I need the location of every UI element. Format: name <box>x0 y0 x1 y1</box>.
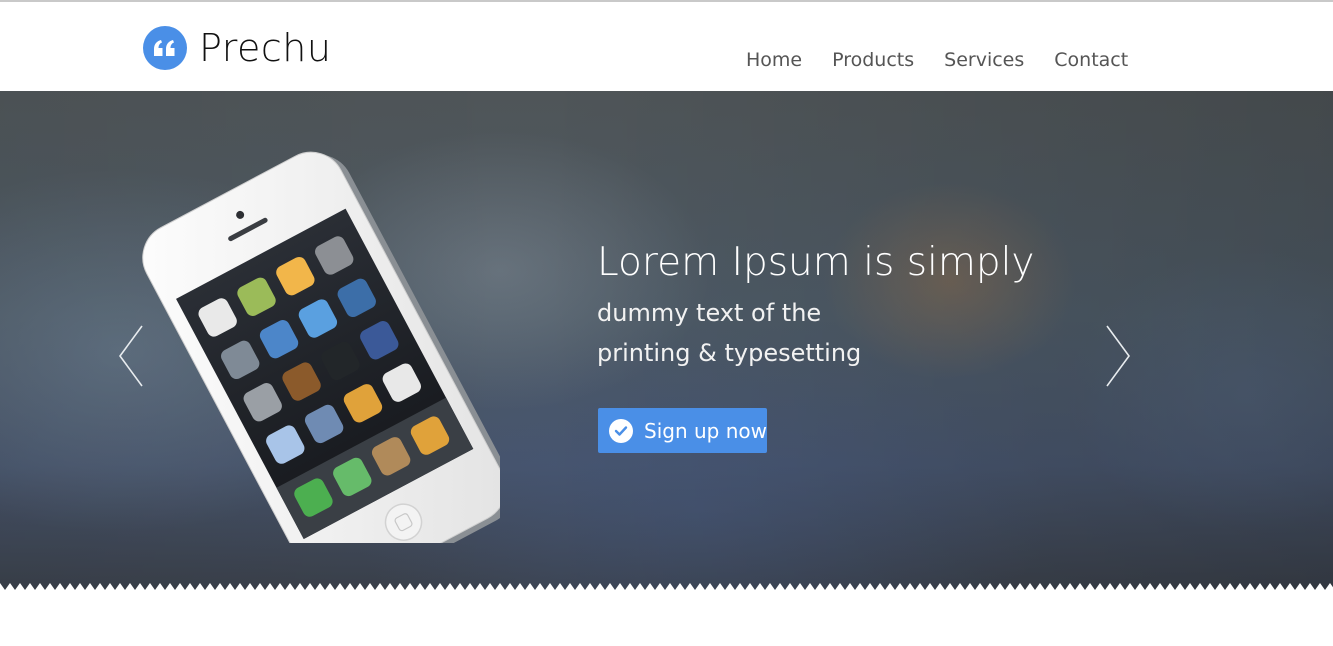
smartphone-image <box>140 123 514 590</box>
nav-contact[interactable]: Contact <box>1054 47 1128 73</box>
hero-subline-1: dummy text of the <box>597 299 822 327</box>
main-nav: Home Products Services Contact <box>746 47 1128 73</box>
hero-slider: Lorem Ipsum is simply dummy text of the … <box>0 91 1333 590</box>
check-circle-icon <box>609 418 633 443</box>
chevron-right-icon[interactable] <box>1103 324 1133 388</box>
zigzag-divider <box>0 583 1333 591</box>
hero-subline-2: printing & typesetting <box>597 339 862 367</box>
quote-icon <box>143 26 187 70</box>
logo[interactable]: Prechu <box>143 24 331 72</box>
nav-products[interactable]: Products <box>832 47 914 73</box>
nav-home[interactable]: Home <box>746 47 802 73</box>
hero-headline: Lorem Ipsum is simply <box>597 240 1035 285</box>
sign-up-label: Sign up now <box>644 418 767 443</box>
nav-services[interactable]: Services <box>944 47 1024 73</box>
site-header: Prechu Home Products Services Contact <box>0 2 1333 91</box>
sign-up-button[interactable]: Sign up now <box>598 408 767 453</box>
brand-name: Prechu <box>199 26 332 70</box>
